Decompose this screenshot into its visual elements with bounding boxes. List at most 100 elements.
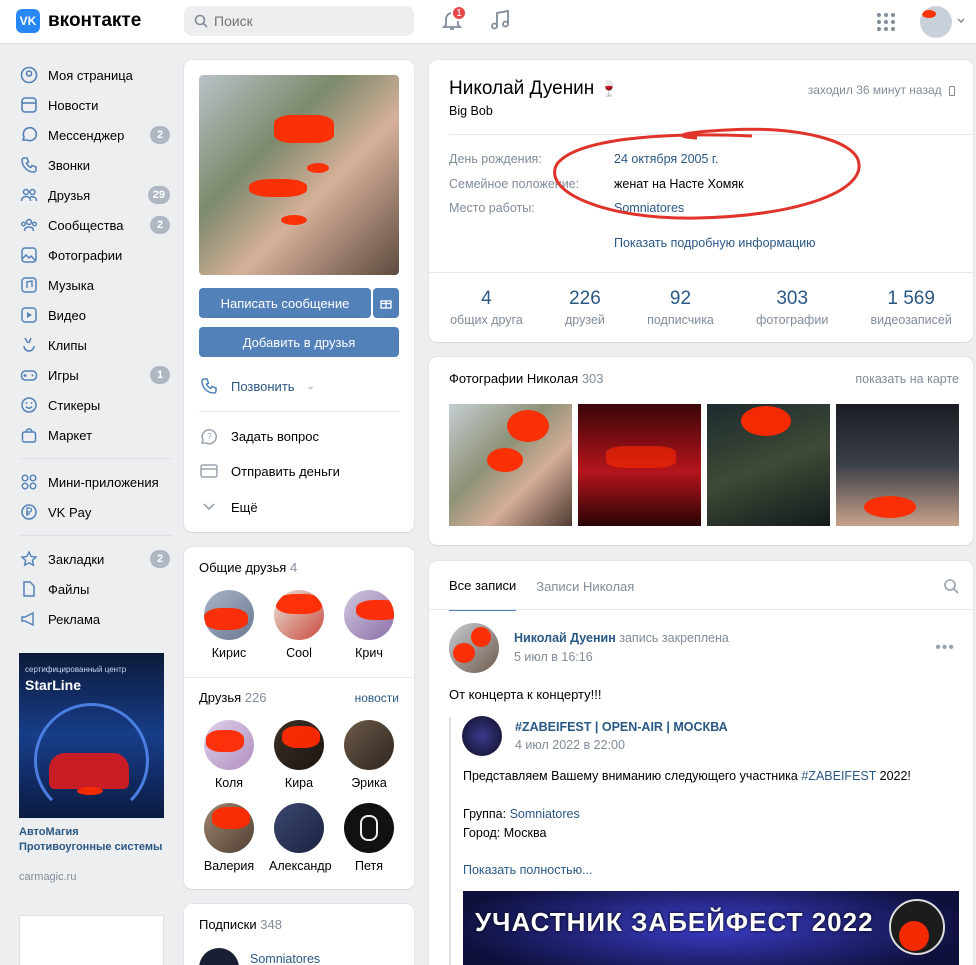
photo-thumbnail[interactable] — [578, 404, 701, 526]
ad-title[interactable]: АвтоМагия Противоугонные системы — [19, 825, 164, 855]
avatar — [274, 590, 324, 640]
counter-photos[interactable]: 303 фотографии — [756, 288, 828, 327]
sidebar-item-friends[interactable]: Друзья 29 — [16, 180, 176, 210]
more-dots-icon[interactable]: ••• — [935, 639, 955, 657]
sidebar-item-communities[interactable]: Сообщества 2 — [16, 210, 176, 240]
sidebar-item-games[interactable]: Игры 1 — [16, 360, 176, 390]
show-on-map-link[interactable]: показать на карте — [855, 372, 959, 386]
repost-source-name[interactable]: #ZABEIFEST | OPEN-AIR | МОСКВА — [515, 720, 728, 734]
friend-item[interactable]: Валерия — [199, 803, 259, 873]
repost-date[interactable]: 4 июл 2022 в 22:00 — [515, 738, 625, 752]
avatar — [199, 948, 239, 965]
photos-title[interactable]: Фотографии Николая 303 — [449, 371, 604, 386]
subscriptions-card: Подписки 348 Somniatores — [184, 904, 414, 965]
sidebar-item-bookmarks[interactable]: Закладки 2 — [16, 544, 176, 574]
counter-videos[interactable]: 1 569 видеозаписей — [871, 288, 952, 327]
call-action[interactable]: Позвонить ⌄ — [199, 376, 315, 396]
photo-thumbnail[interactable] — [707, 404, 830, 526]
friend-item[interactable]: Александр — [269, 803, 332, 873]
sidebar-item-market[interactable]: Маркет — [16, 420, 176, 450]
counter-followers[interactable]: 92 подписчика — [647, 288, 714, 327]
group-link[interactable]: Somniatores — [510, 807, 580, 821]
search-input[interactable] — [214, 13, 394, 29]
sidebar-item-music[interactable]: Музыка — [16, 270, 176, 300]
friend-item[interactable]: Кира — [269, 720, 329, 790]
show-more-info-link[interactable]: Показать подробную информацию — [614, 236, 816, 250]
sidebar-divider — [20, 458, 172, 459]
music-button[interactable] — [488, 8, 516, 36]
sidebar-item-photos[interactable]: Фотографии — [16, 240, 176, 270]
sidebar-item-stickers[interactable]: Стикеры — [16, 390, 176, 420]
counter-mutual-friends[interactable]: 4 общих друга — [450, 288, 523, 327]
counter-friends[interactable]: 226 друзей — [565, 288, 605, 327]
photo-thumbnail[interactable] — [449, 404, 572, 526]
show-full-link[interactable]: Показать полностью... — [463, 863, 593, 877]
counter-value: 92 — [669, 288, 692, 309]
user-avatar[interactable] — [920, 6, 952, 38]
profile-status[interactable]: Big Bob — [449, 104, 493, 118]
mutual-friend[interactable]: Крич — [339, 590, 399, 660]
repost-source-avatar[interactable] — [462, 716, 502, 756]
ad-banner-image[interactable]: сертифицированный центр StarLine — [19, 653, 164, 818]
vk-logo[interactable]: VK вконтакте — [16, 9, 141, 33]
sidebar-item-ads[interactable]: Реклама — [16, 604, 176, 634]
search-box[interactable] — [184, 6, 414, 36]
friends-label: Друзья — [199, 690, 242, 705]
sidebar-item-files[interactable]: Файлы — [16, 574, 176, 604]
send-money-action[interactable]: Отправить деньги — [199, 461, 340, 481]
ad-brand: StarLine — [25, 677, 82, 693]
friend-item[interactable]: Эрика — [339, 720, 399, 790]
friend-name: Эрика — [351, 776, 387, 790]
photos-label: Фотографии Николая — [449, 371, 579, 386]
search-icon[interactable] — [943, 578, 959, 597]
counter-value: 226 — [569, 288, 601, 309]
friends-news-link[interactable]: новости — [355, 691, 399, 705]
ask-question-label: Задать вопрос — [231, 428, 319, 444]
svg-text:?: ? — [207, 432, 212, 441]
post-date[interactable]: 5 июл в 16:16 — [514, 650, 593, 664]
subscription-name[interactable]: Somniatores — [250, 952, 320, 965]
profile-photo[interactable] — [199, 75, 399, 275]
sidebar-item-label: Сообщества — [48, 217, 124, 233]
avatar — [204, 590, 254, 640]
sidebar-item-vk-pay[interactable]: VK Pay — [16, 497, 176, 527]
photo-thumbnail[interactable] — [836, 404, 959, 526]
chevron-down-icon[interactable] — [956, 14, 966, 29]
post-author[interactable]: Николай Дуенин — [514, 631, 616, 645]
profile-photo-card: Написать сообщение Добавить в друзья Поз… — [184, 60, 414, 532]
tab-owner-posts[interactable]: Записи Николая — [536, 561, 634, 611]
repost-city: Город: Москва — [463, 826, 547, 840]
ad-banner-second[interactable] — [19, 915, 164, 965]
more-action[interactable]: Ещё — [199, 497, 258, 517]
gift-button[interactable] — [373, 288, 399, 318]
friend-name: Кирис — [211, 646, 247, 660]
ruble-icon — [20, 503, 38, 521]
friend-item[interactable]: Коля — [199, 720, 259, 790]
redaction-mark — [204, 608, 248, 630]
sidebar-item-calls[interactable]: Звонки — [16, 150, 176, 180]
sidebar-item-my-page[interactable]: Моя страница — [16, 60, 176, 90]
apps-grid-button[interactable] — [876, 12, 896, 32]
mutual-friend[interactable]: Кирис — [199, 590, 259, 660]
add-friend-button[interactable]: Добавить в друзья — [199, 327, 399, 357]
post-author-avatar[interactable] — [449, 623, 499, 673]
sidebar-item-video[interactable]: Видео — [16, 300, 176, 330]
ask-question-action[interactable]: ? Задать вопрос — [199, 426, 319, 446]
photo-icon — [20, 246, 38, 264]
sidebar-item-mini-apps[interactable]: Мини-приложения — [16, 467, 176, 497]
post-image-banner[interactable]: УЧАСТНИК ЗАБЕЙФЕСТ 2022 — [463, 891, 959, 965]
friends-title[interactable]: Друзья 226 — [199, 690, 267, 705]
notifications-button[interactable]: 1 — [440, 5, 468, 36]
sidebar-item-clips[interactable]: Клипы — [16, 330, 176, 360]
mutual-friends-title[interactable]: Общие друзья 4 — [199, 560, 297, 575]
write-message-button[interactable]: Написать сообщение — [199, 288, 371, 318]
mutual-friend[interactable]: Cool — [269, 590, 329, 660]
ad-url[interactable]: carmagic.ru — [19, 871, 76, 883]
tab-all-posts[interactable]: Все записи — [449, 561, 517, 611]
sidebar-item-messenger[interactable]: Мессенджер 2 — [16, 120, 176, 150]
sidebar-item-news[interactable]: Новости — [16, 90, 176, 120]
friend-name: Кира — [284, 776, 314, 790]
subscriptions-title[interactable]: Подписки 348 — [199, 917, 282, 932]
friend-item[interactable]: Петя — [339, 803, 399, 873]
hashtag-link[interactable]: #ZABEIFEST — [801, 769, 876, 783]
